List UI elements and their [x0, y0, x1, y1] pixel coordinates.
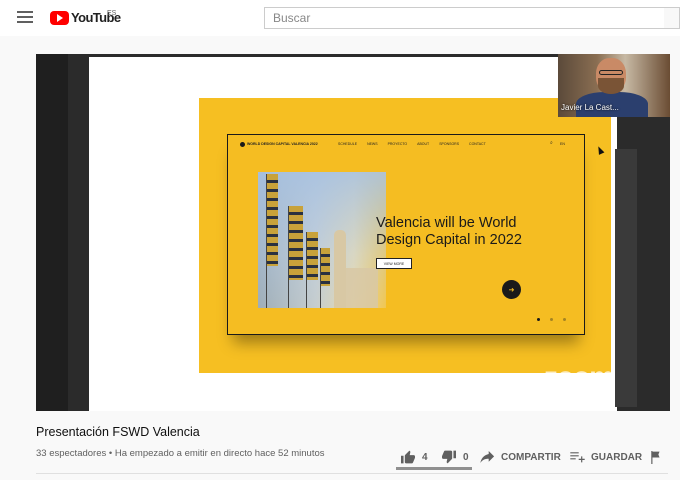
country-code: ES	[107, 10, 117, 17]
save-button[interactable]: GUARDAR	[570, 451, 642, 463]
youtube-logo-icon	[50, 10, 69, 25]
site-language: EN	[560, 142, 565, 146]
shared-slide: WORLD DESIGN CAPITAL VALENCIA 2022 SCHED…	[89, 57, 617, 411]
speaker-name: Javier La Cast...	[561, 103, 619, 112]
carousel-dot	[563, 318, 566, 321]
menu-icon[interactable]	[17, 11, 33, 25]
like-count: 4	[422, 451, 428, 463]
divider	[36, 473, 668, 474]
dislike-button[interactable]: 0	[441, 450, 469, 464]
share-label: COMPARTIR	[501, 451, 561, 463]
search-input[interactable]	[265, 8, 665, 28]
view-more-button: VIEW MORE	[376, 258, 412, 269]
video-title: Presentación FSWD Valencia	[36, 425, 200, 439]
city-photo	[258, 172, 386, 308]
headline-line: Valencia will be World	[376, 215, 517, 231]
slide-headline: Valencia will be World Design Capital in…	[376, 215, 522, 249]
masthead: YouTube ES	[0, 0, 680, 36]
share-button[interactable]: COMPARTIR	[480, 451, 561, 463]
search-box[interactable]	[264, 7, 666, 29]
flag-icon	[651, 450, 660, 464]
headline-line: Design Capital in 2022	[376, 232, 522, 248]
dislike-count: 0	[463, 451, 469, 463]
site-nav-link: SPONSORS	[439, 142, 460, 146]
site-nav-link: NEWS	[367, 142, 378, 146]
report-button[interactable]	[650, 450, 662, 464]
player-left-margin	[36, 54, 68, 411]
like-ratio-fill	[396, 467, 472, 470]
website-mockup: WORLD DESIGN CAPITAL VALENCIA 2022 SCHED…	[227, 134, 585, 335]
zoom-watermark: zoom	[544, 361, 614, 392]
site-nav-link: PROYECTO	[387, 142, 408, 146]
video-actions: 4 0 COMPARTIR GUARDAR	[0, 449, 680, 465]
speaker-webcam: Javier La Cast...	[558, 54, 670, 117]
playlist-add-icon	[570, 452, 585, 463]
save-label: GUARDAR	[591, 451, 643, 463]
thumbs-down-icon	[442, 450, 456, 464]
video-player[interactable]: WORLD DESIGN CAPITAL VALENCIA 2022 SCHED…	[36, 54, 670, 411]
site-nav-link: CONTACT	[469, 142, 486, 146]
share-arrow-icon	[480, 451, 495, 463]
site-nav-link: ABOUT	[417, 142, 430, 146]
carousel-dots	[537, 318, 566, 321]
site-nav: SCHEDULE NEWS PROYECTO ABOUT SPONSORS CO…	[338, 142, 486, 146]
site-search-icon: ⌕	[550, 140, 553, 146]
site-logo-icon	[240, 142, 245, 147]
like-button[interactable]: 4	[400, 450, 428, 464]
arrow-right-icon: ➜	[502, 280, 521, 299]
slide-yellow-card: WORLD DESIGN CAPITAL VALENCIA 2022 SCHED…	[199, 98, 611, 373]
site-nav-link: SCHEDULE	[338, 142, 358, 146]
search-button[interactable]	[664, 7, 680, 29]
site-name: WORLD DESIGN CAPITAL VALENCIA 2022	[247, 142, 318, 146]
like-ratio-bar	[396, 467, 472, 470]
player-right-margin	[615, 149, 637, 407]
thumbs-up-icon	[401, 450, 415, 464]
carousel-dot	[550, 318, 553, 321]
carousel-dot	[537, 318, 540, 321]
